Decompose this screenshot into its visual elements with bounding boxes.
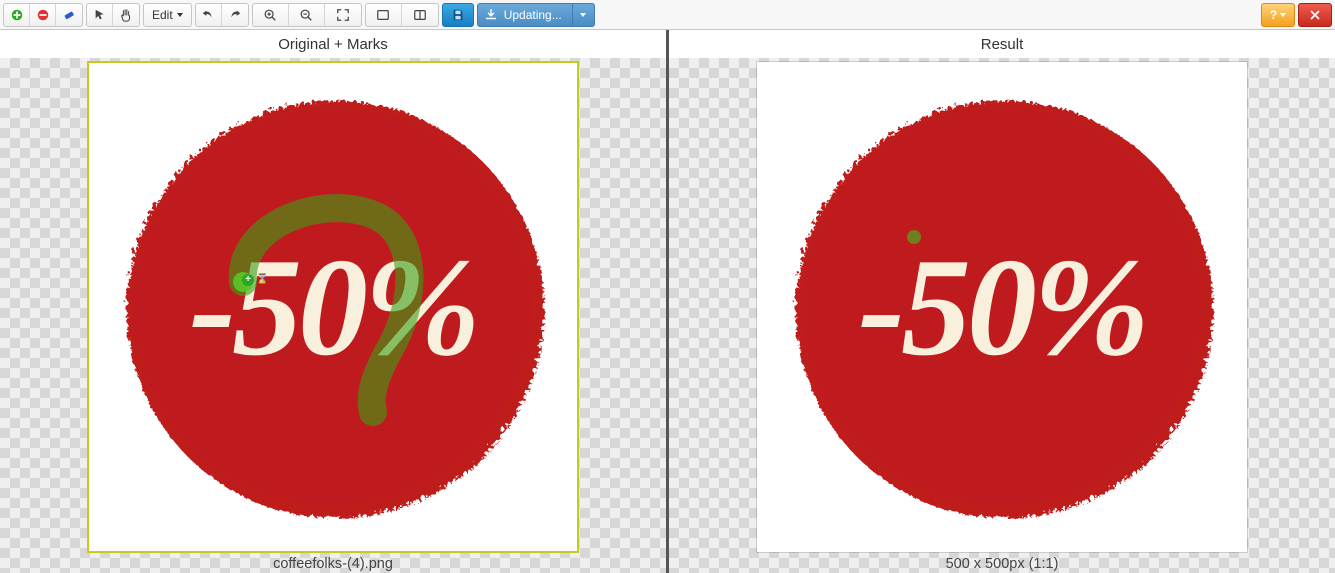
discount-badge-result: -50% — [765, 70, 1239, 544]
update-button-label: Updating... — [504, 8, 562, 22]
result-pane-title: Result — [669, 30, 1335, 58]
single-view-button[interactable] — [366, 4, 402, 26]
tool-mark-group — [3, 3, 83, 27]
caret-down-icon — [177, 13, 183, 17]
result-canvas[interactable]: -50% — [757, 62, 1247, 552]
edit-menu-group: Edit — [143, 3, 192, 27]
workspace: Original + Marks -50% +⌛ — [0, 30, 1335, 573]
view-layout-group — [365, 3, 439, 27]
original-pane-title: Original + Marks — [0, 30, 666, 58]
eraser-tool[interactable] — [56, 4, 82, 26]
redo-button[interactable] — [222, 4, 248, 26]
history-group — [195, 3, 249, 27]
help-button-label: ? — [1270, 8, 1277, 22]
save-group — [442, 3, 474, 27]
original-filename: coffeefolks-(4).png — [88, 556, 578, 572]
discount-text-original: -50% — [96, 70, 570, 544]
toolbar: Edit — [0, 0, 1335, 30]
result-mark-dot — [907, 230, 921, 244]
pointer-group — [86, 3, 140, 27]
zoom-out-button[interactable] — [289, 4, 325, 26]
pan-tool[interactable] — [113, 4, 139, 26]
split-view-button[interactable] — [402, 4, 438, 26]
original-canvas-wrap: -50% +⌛ coffeefolks-(4).png — [88, 62, 578, 572]
discount-text-result: -50% — [765, 70, 1239, 544]
edit-menu[interactable]: Edit — [144, 4, 191, 26]
download-icon — [484, 8, 498, 22]
pointer-tool[interactable] — [87, 4, 113, 26]
result-canvas-wrap: -50% 500 x 500px (1:1) — [757, 62, 1247, 572]
edit-menu-label: Edit — [152, 8, 173, 22]
remove-mark-tool[interactable] — [30, 4, 56, 26]
add-mark-tool[interactable] — [4, 4, 30, 26]
zoom-in-button[interactable] — [253, 4, 289, 26]
original-canvas[interactable]: -50% +⌛ — [88, 62, 578, 552]
discount-badge-original: -50% — [96, 70, 570, 544]
update-menu-caret[interactable] — [573, 3, 595, 27]
help-button[interactable]: ? — [1261, 3, 1295, 27]
result-pane: Result -50% 500 x 500px (1:1) — [669, 30, 1335, 573]
undo-button[interactable] — [196, 4, 222, 26]
result-dimensions: 500 x 500px (1:1) — [757, 556, 1247, 572]
zoom-group — [252, 3, 362, 27]
update-group: Updating... — [477, 3, 595, 27]
caret-down-icon — [580, 13, 586, 17]
close-icon — [1308, 8, 1322, 22]
caret-down-icon — [1280, 13, 1286, 17]
fit-screen-button[interactable] — [325, 4, 361, 26]
original-pane: Original + Marks -50% +⌛ — [0, 30, 666, 573]
save-button[interactable] — [443, 4, 473, 26]
close-button[interactable] — [1298, 3, 1332, 27]
update-button[interactable]: Updating... — [477, 3, 573, 27]
